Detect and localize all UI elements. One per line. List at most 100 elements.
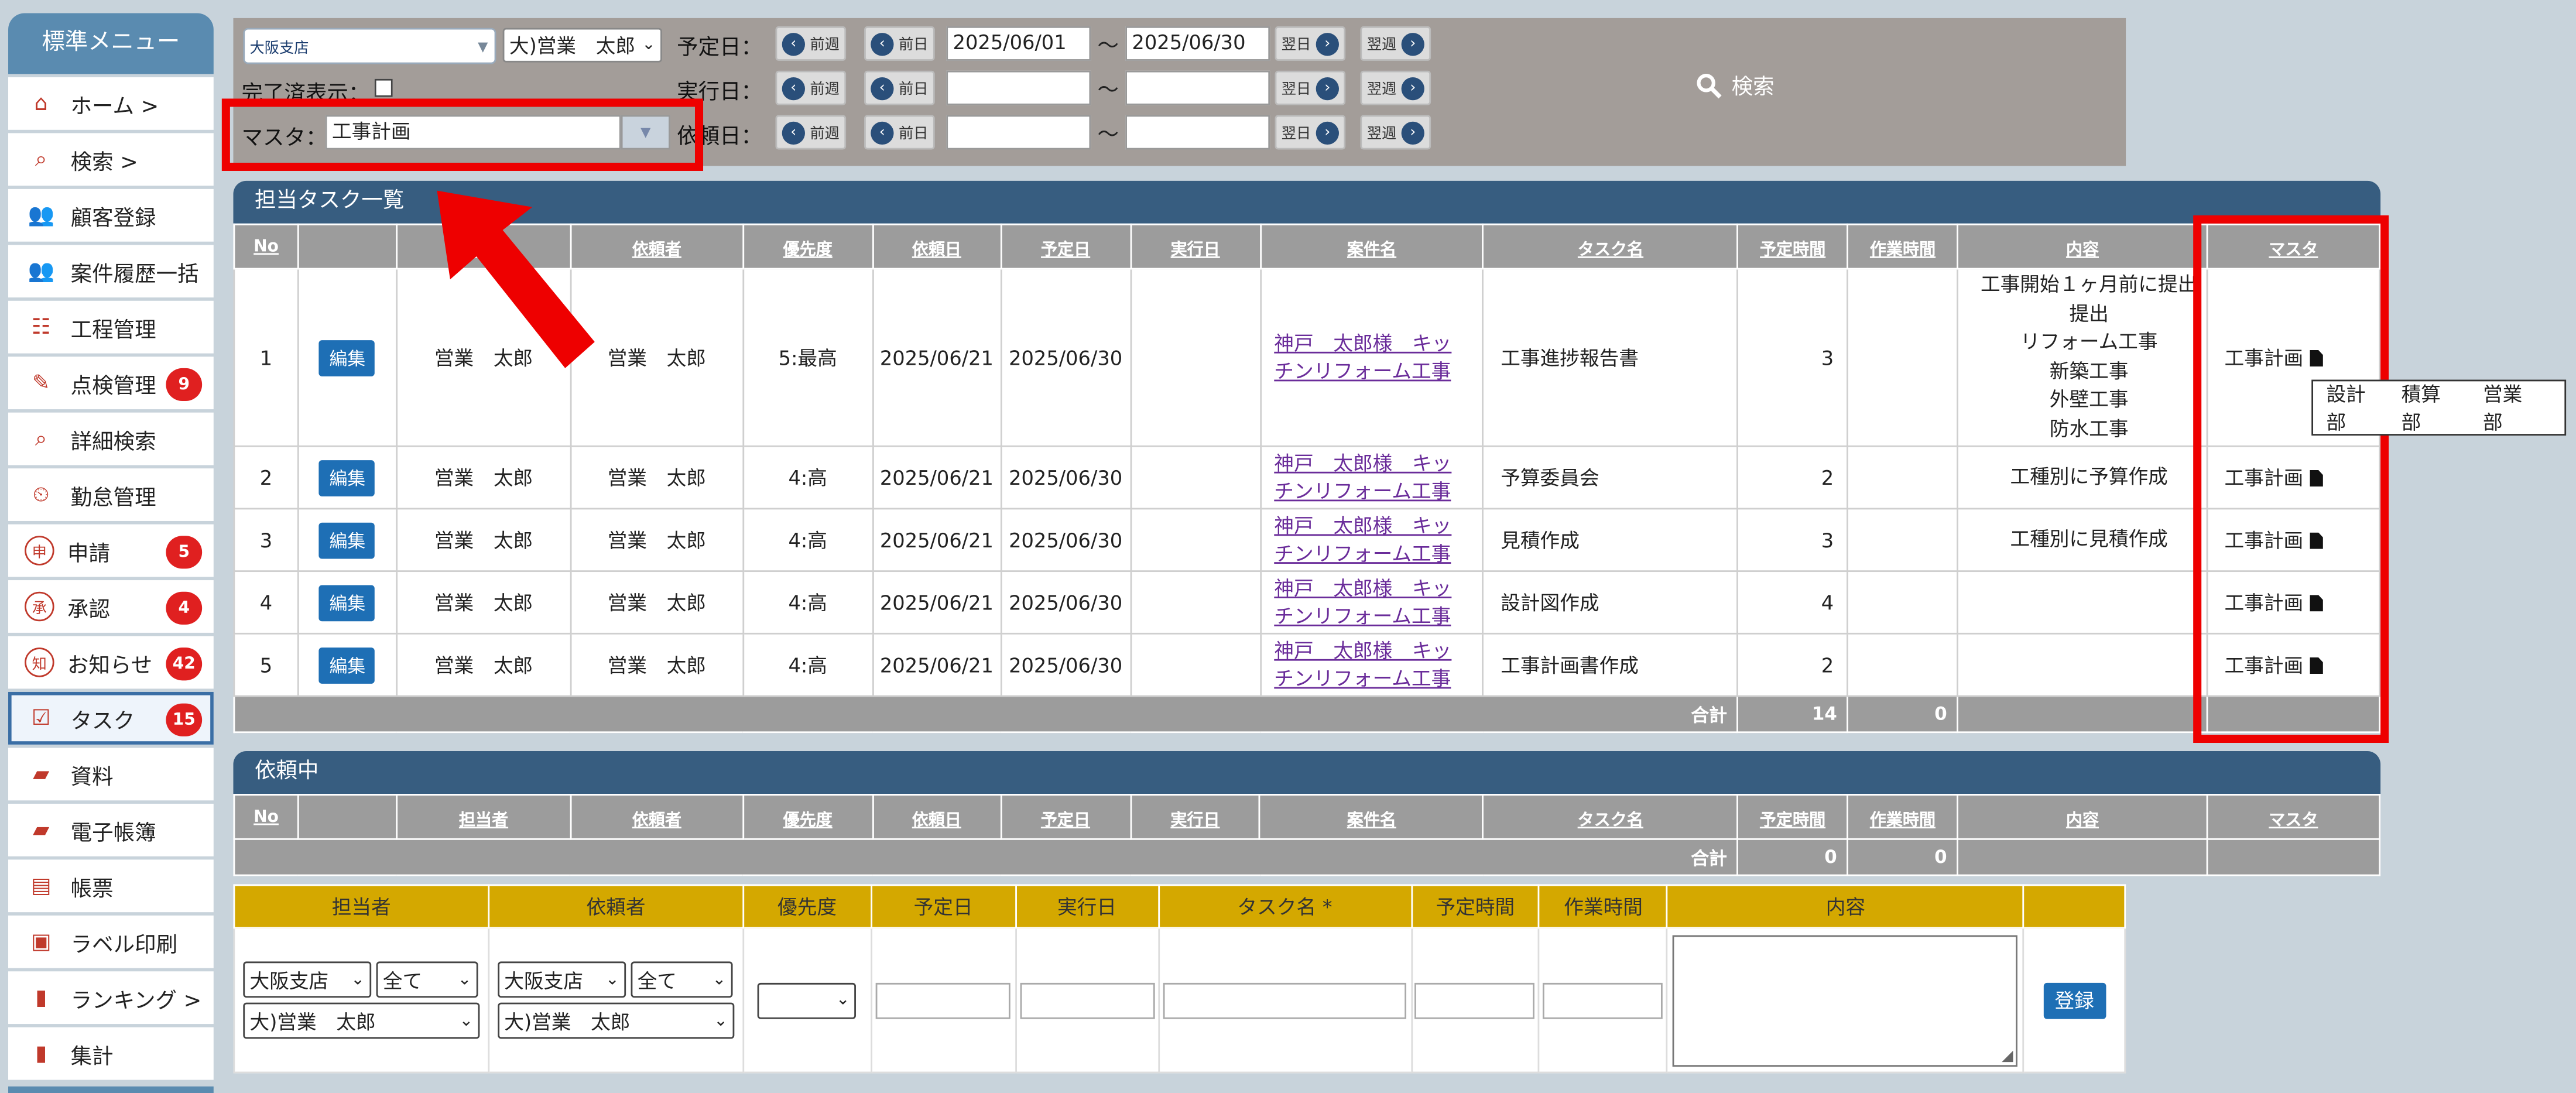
project-cell: 神戸 太郎様 キッチンリフォーム工事 [1259, 632, 1485, 697]
requested-table: No 担当者 依頼者 優先度 依頼日 予定日 実行日 案件名 タスク名 予定時間 作業時間 内容 マスタ… [233, 794, 2381, 876]
sidebar-item[interactable]: ▰ 資料 [8, 748, 214, 801]
done-display-checkbox[interactable] [374, 78, 393, 97]
prev_week-button[interactable]: ‹ 前週 [775, 26, 847, 61]
task-header-cell[interactable]: タスク名 [1482, 223, 1739, 270]
prev_week-button[interactable]: ‹ 前週 [775, 70, 847, 105]
next_day-button[interactable]: 翌日 › [1275, 70, 1346, 105]
sidebar-item[interactable]: ▮ 集計 [8, 1027, 214, 1080]
date-from-input[interactable] [946, 70, 1091, 105]
project-cell: 神戸 太郎様 キッチンリフォーム工事 [1259, 570, 1485, 635]
project-link[interactable]: 神戸 太郎様 キッチンリフォーム工事 [1274, 451, 1451, 502]
prev_day-button[interactable]: ‹ 前日 [864, 115, 935, 150]
project-link[interactable]: 神戸 太郎様 キッチンリフォーム工事 [1274, 513, 1451, 564]
sidebar-item[interactable]: 申申請 5 [8, 524, 214, 577]
prev_day-button[interactable]: ‹ 前日 [864, 70, 935, 105]
edit-button[interactable]: 編集 [319, 339, 376, 376]
sidebar-item[interactable]: ⏲ 勤怠管理 [8, 468, 214, 521]
next_day-button[interactable]: 翌日 › [1275, 115, 1346, 150]
task-header-cell[interactable]: 優先度 [742, 223, 873, 270]
sidebar-item[interactable]: ▣ ラベル印刷 [8, 915, 214, 968]
edit-button[interactable]: 編集 [319, 646, 376, 683]
edit-button[interactable]: 編集 [319, 584, 376, 621]
sidebar-item[interactable]: ☑ タスク 15 [8, 691, 214, 745]
req-header-cell[interactable]: 優先度 [742, 794, 873, 840]
form-taskname-cell [1157, 927, 1412, 1074]
req-header-cell[interactable]: 依頼者 [570, 794, 744, 840]
req-header-cell[interactable]: 担当者 [396, 794, 572, 840]
sidebar-item[interactable]: 👥 案件履歴一括 [8, 245, 214, 298]
sidebar-item[interactable]: ⌕ 検索 > [8, 133, 214, 186]
assignee-branch-select[interactable]: 大阪支店 ⌄ [243, 961, 372, 998]
task-header-cell[interactable]: 依頼日 [872, 223, 1002, 270]
chevron-right-icon: › [1316, 76, 1340, 100]
task-header-cell[interactable]: 内容 [1957, 223, 2208, 270]
requester-person-select[interactable]: 大)営業 太郎 ⌄ [498, 1002, 735, 1039]
req-header-cell[interactable]: タスク名 [1482, 794, 1739, 840]
sidebar-item[interactable]: ▮ ランキング > [8, 971, 214, 1025]
sidebar-item[interactable]: 承承認 4 [8, 580, 214, 633]
req-header-cell[interactable]: 予定時間 [1736, 794, 1849, 840]
content-textarea[interactable]: ◢ [1673, 934, 2019, 1066]
task-total-label: 合計 [233, 695, 1739, 734]
req-header-cell[interactable]: 予定日 [999, 794, 1132, 840]
date-to-input[interactable] [1125, 115, 1270, 150]
priority-select[interactable]: ⌄ [758, 982, 857, 1019]
prev_week-label: 前週 [810, 126, 840, 143]
task-header-cell[interactable]: No [233, 223, 299, 270]
work-time-input[interactable] [1543, 982, 1664, 1019]
sidebar-item[interactable]: 知お知らせ 42 [8, 636, 214, 689]
project-link[interactable]: 神戸 太郎様 キッチンリフォーム工事 [1274, 639, 1451, 690]
branch-select[interactable]: 大阪支店 ▼ [243, 28, 496, 64]
plan-time-input[interactable] [1415, 982, 1536, 1019]
task-header-cell[interactable]: 予定時間 [1736, 223, 1849, 270]
req-header-cell[interactable]: No [233, 794, 299, 840]
plan-time-cell: 2 [1736, 632, 1849, 697]
req-header-cell[interactable]: 内容 [1957, 794, 2208, 840]
next_week-button[interactable]: 翌週 › [1360, 115, 1431, 150]
next_day-button[interactable]: 翌日 › [1275, 26, 1346, 61]
req-header-cell[interactable]: 作業時間 [1847, 794, 1959, 840]
assignee-scope-select[interactable]: 全て ⌄ [376, 961, 478, 998]
home-icon: ⌂ [34, 91, 48, 116]
project-link[interactable]: 神戸 太郎様 キッチンリフォーム工事 [1274, 576, 1451, 627]
due-date-input[interactable] [876, 982, 1011, 1019]
req-header-cell[interactable]: マスタ [2206, 794, 2381, 840]
req-header-cell[interactable]: 案件名 [1259, 794, 1484, 840]
sidebar-item[interactable]: 👥 顧客登録 [8, 189, 214, 242]
requester-scope-select[interactable]: 全て ⌄ [631, 961, 733, 998]
prev_day-button[interactable]: ‹ 前日 [864, 26, 935, 61]
person-select[interactable]: 大)営業 太郎 ⌄ [502, 28, 662, 63]
sidebar-item[interactable]: ⌕ 詳細検索 [8, 412, 214, 465]
date-from-input[interactable] [946, 115, 1091, 150]
task-header-cell[interactable]: 作業時間 [1847, 223, 1959, 270]
exec-date-input[interactable] [1019, 982, 1155, 1019]
date-from-input[interactable]: 2025/06/01 [946, 26, 1091, 61]
next_week-button[interactable]: 翌週 › [1360, 70, 1431, 105]
assignee-person-select[interactable]: 大)営業 太郎 ⌄ [243, 1002, 480, 1039]
edit-button[interactable]: 編集 [319, 459, 376, 496]
prev_week-button[interactable]: ‹ 前週 [775, 115, 847, 150]
project-link[interactable]: 神戸 太郎様 キッチンリフォーム工事 [1274, 331, 1451, 382]
task-header-cell[interactable]: 実行日 [1129, 223, 1261, 270]
task-header-cell[interactable]: 案件名 [1259, 223, 1485, 270]
task-header-cell[interactable] [297, 223, 398, 270]
task-header-cell[interactable]: 予定日 [999, 223, 1132, 270]
sidebar-item[interactable]: ✎ 点検管理 9 [8, 357, 214, 410]
sidebar-item[interactable]: ▤ 帳票 [8, 859, 214, 913]
sidebar-item[interactable]: ▰ 電子帳簿 [8, 803, 214, 856]
date-to-input[interactable] [1125, 70, 1270, 105]
sidebar-item[interactable]: ⌂ ホーム > [8, 77, 214, 130]
requester-branch-select[interactable]: 大阪支店 ⌄ [498, 961, 626, 998]
next_week-button[interactable]: 翌週 › [1360, 26, 1431, 61]
resize-handle-icon[interactable]: ◢ [2002, 1048, 2013, 1064]
next_day-label: 翌日 [1281, 82, 1311, 99]
date-to-input[interactable]: 2025/06/30 [1125, 26, 1270, 61]
task-name-input[interactable] [1163, 982, 1407, 1019]
sidebar-item[interactable]: ☷ 工程管理 [8, 300, 214, 354]
req-header-cell[interactable] [297, 794, 398, 840]
search-button[interactable]: 検索 [1695, 69, 1775, 100]
req-header-cell[interactable]: 実行日 [1129, 794, 1261, 840]
req-header-cell[interactable]: 依頼日 [872, 794, 1002, 840]
register-button[interactable]: 登録 [2043, 982, 2106, 1019]
edit-button[interactable]: 編集 [319, 522, 376, 559]
